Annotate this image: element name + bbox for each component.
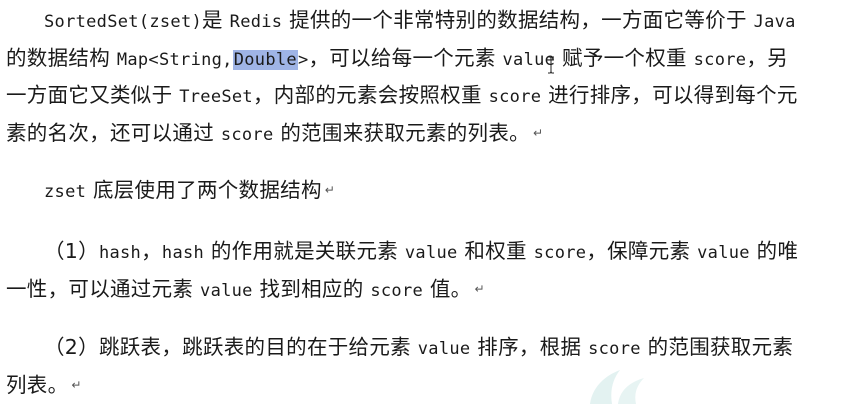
text-line: 一方面它又类似于 TreeSet，内部的元素会按照权重 score 进行排序，可… [6,77,856,115]
paragraph-hash[interactable]: （1）hash，hash 的作用就是关联元素 value 和权重 score，保… [6,233,856,308]
text-run: 列表。 [6,372,69,397]
inline-code: score [693,49,747,70]
inline-code: TreeSet [179,87,253,107]
text-run: 素的名次，还可以通过 [6,120,221,145]
text-line: （2）跳跃表，跳跃表的目的在于给元素 value 排序，根据 score 的范围… [6,329,856,367]
text-run: ，内部的元素会按照权重 [252,83,489,107]
text-run: ， [141,239,162,263]
text-run: 的唯 [749,239,799,263]
text-run: 和权重 [457,239,534,263]
text-run: 的作用就是关联元素 [204,239,405,263]
inline-code: > [297,49,309,70]
text-line: 列表。 ↵ [6,367,856,404]
text-run: 的数据结构 [6,45,117,70]
paragraph-mark-icon: ↵ [474,281,485,296]
text-line: 素的名次，还可以通过 score 的范围来获取元素的列表。 ↵ [6,115,856,153]
text-run: （1） [44,239,99,263]
text-run: 是 [202,8,230,32]
text-run: 的范围获取元素 [640,335,794,359]
inline-code: value [200,280,253,301]
text-run: 提供的一个非常特别的数据结构，一方面它等价于 [282,8,754,32]
text-run: 一方面它又类似于 [6,83,180,107]
text-line: SortedSet(zset)是 Redis 提供的一个非常特别的数据结构，一方… [6,2,856,40]
text-run: 值。 [423,276,472,301]
inline-code: zset [44,182,87,202]
text-run: 赋予一个权重 [555,45,694,70]
ibeam-cursor-icon [548,56,554,74]
paragraph-sortedset-intro[interactable]: SortedSet(zset)是 Redis 提供的一个非常特别的数据结构，一方… [6,2,856,152]
paragraph-mark-icon: ↵ [324,183,336,198]
selected-text-highlight[interactable]: Double [232,49,298,70]
text-run: ，另 [746,45,788,70]
inline-code: Java [753,12,796,32]
text-run: （2）跳跃表，跳跃表的目的在于给元素 [44,335,418,359]
inline-code: score [370,280,424,301]
text-run: 一性，可以通过元素 [6,276,201,301]
inline-code: score [533,243,587,263]
paragraph-skiplist[interactable]: （2）跳跃表，跳跃表的目的在于给元素 value 排序，根据 score 的范围… [6,329,856,404]
inline-code: SortedSet(zset) [44,12,203,32]
text-line: （1）hash，hash 的作用就是关联元素 value 和权重 score，保… [6,233,856,271]
inline-code: score [488,87,542,107]
paragraph-zset-structures[interactable]: zset 底层使用了两个数据结构 ↵ [6,172,856,210]
inline-code: value [404,243,458,263]
text-run: 进行排序，可以得到每个元 [541,83,798,107]
text-run: 排序，根据 [470,335,589,359]
text-run: 底层使用了两个数据结构 [86,178,322,202]
text-run: ，可以给每一个元素 [308,45,503,70]
inline-code: score [588,339,641,359]
paragraph-mark-icon: ↵ [532,125,544,140]
inline-code: hash [161,243,205,263]
inline-code: hash [98,243,142,263]
document-page: SortedSet(zset)是 Redis 提供的一个非常特别的数据结构，一方… [0,0,861,404]
text-run: 的范围来获取元素的列表。 [273,120,530,145]
inline-code: value [697,243,750,263]
text-line: 的数据结构 Map<String,Double>，可以给每一个元素 value … [6,40,856,78]
text-run: ，保障元素 [586,239,698,263]
inline-code: score [220,124,274,145]
inline-code: value [417,339,471,359]
inline-code: Map<String, [116,49,233,70]
text-line: 一性，可以通过元素 value 找到相应的 score 值。 ↵ [6,271,856,309]
paragraph-mark-icon: ↵ [71,377,82,392]
text-line: zset 底层使用了两个数据结构 ↵ [6,172,856,210]
inline-code: Redis [229,12,283,32]
text-run: 找到相应的 [252,276,371,301]
